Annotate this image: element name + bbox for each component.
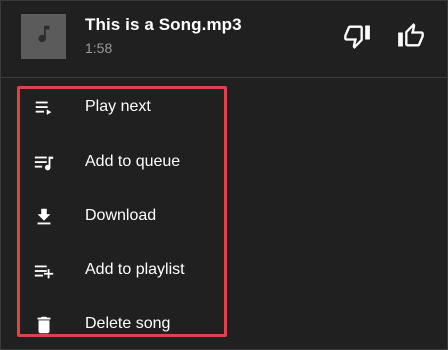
music-note-icon (33, 23, 55, 50)
add-to-queue-icon (32, 151, 56, 175)
download-icon (32, 205, 56, 229)
add-to-playlist-icon (32, 259, 56, 283)
song-thumbnail (21, 14, 66, 59)
dislike-button[interactable] (340, 21, 374, 55)
play-next-icon (32, 96, 56, 120)
trash-icon (32, 313, 56, 337)
menu-item-play-next[interactable]: Play next (20, 86, 224, 132)
song-options-sheet: This is a Song.mp3 1:58 Play next Add to… (0, 0, 448, 350)
thumbs-up-icon (397, 22, 425, 55)
menu-item-label: Add to queue (85, 153, 181, 170)
menu-item-label: Play next (85, 98, 151, 115)
song-header: This is a Song.mp3 1:58 (1, 1, 447, 78)
song-duration: 1:58 (85, 40, 113, 56)
song-options-menu: Play next Add to queue Download Add to p… (17, 86, 227, 337)
menu-item-delete-song[interactable]: Delete song (20, 303, 224, 349)
menu-item-label: Delete song (85, 315, 171, 332)
menu-item-add-to-playlist[interactable]: Add to playlist (20, 249, 224, 295)
menu-item-add-to-queue[interactable]: Add to queue (20, 141, 224, 187)
thumbs-down-icon (343, 22, 371, 55)
song-title: This is a Song.mp3 (85, 15, 242, 34)
menu-item-label: Download (85, 207, 157, 224)
like-button[interactable] (394, 21, 428, 55)
menu-item-download[interactable]: Download (20, 195, 224, 241)
menu-item-label: Add to playlist (85, 261, 185, 278)
